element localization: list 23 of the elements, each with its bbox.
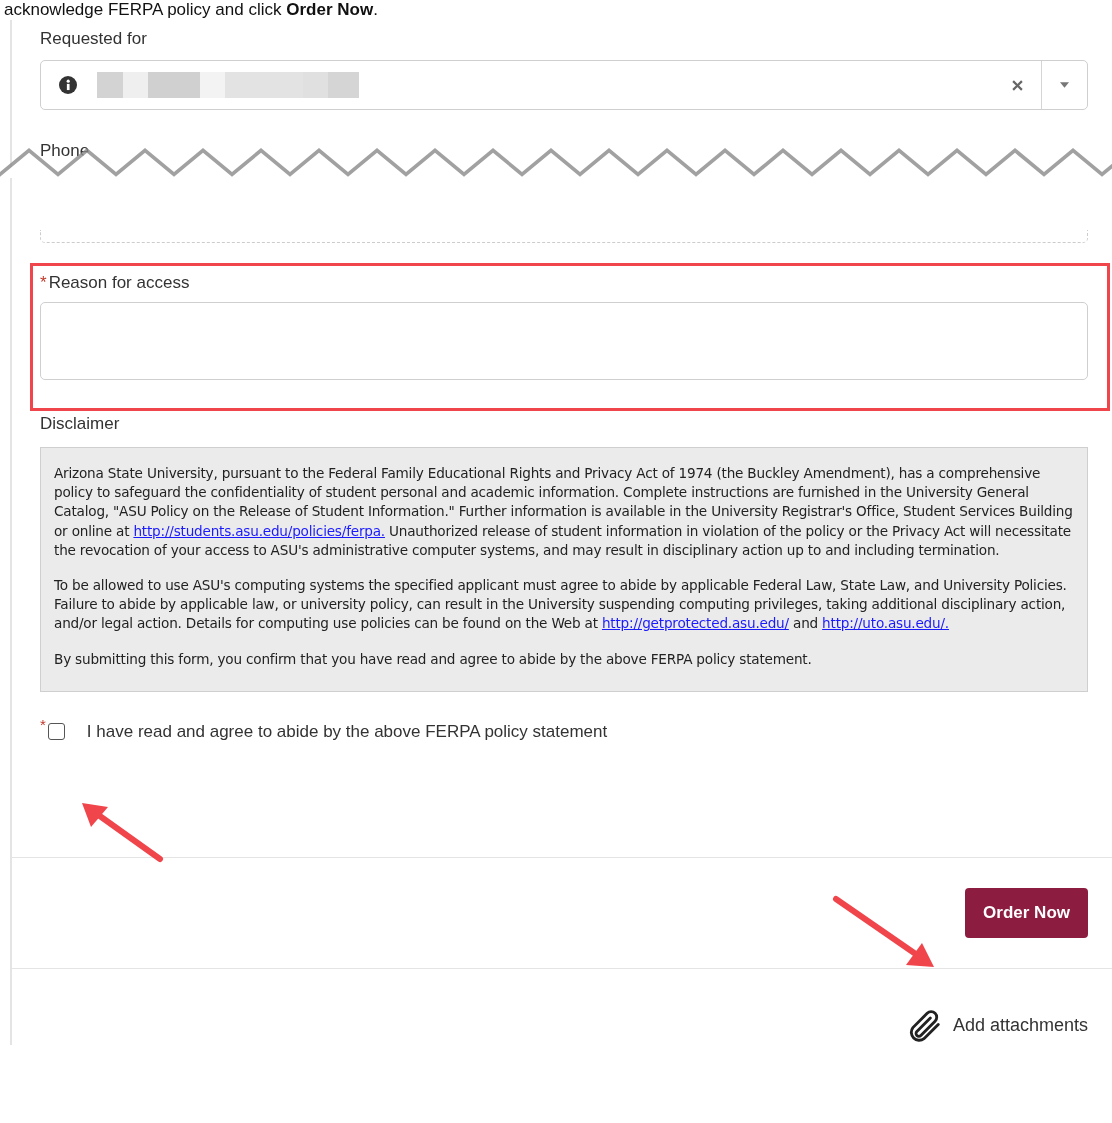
- required-mark: *: [40, 272, 47, 294]
- requested-for-field[interactable]: [40, 60, 1088, 110]
- clear-icon[interactable]: [1012, 79, 1023, 91]
- phone-field[interactable]: [40, 230, 1088, 243]
- add-attachments-link[interactable]: Add attachments: [952, 1015, 1088, 1037]
- reason-field[interactable]: [40, 302, 1088, 380]
- checkbox-label[interactable]: I have read and agree to abide by the above FERPA policy statement: [86, 721, 608, 742]
- checkbox[interactable]: [47, 723, 65, 741]
- caret-icon[interactable]: [1060, 82, 1069, 88]
- disclaimer-paragraph: To be allowed to use ASU's computing systems the specified applicant must agree to abide by applicable Federal Law, State Law, and University Policies. Failure to abide by applicable law, or university policy, can result in the University suspending computing privileges, taking additional disciplinary action, and/or legal action. Details for computing use policies can be found on the Web at http://getprotected.asu.edu/ and http://uto.asu.edu/.: [54, 576, 1068, 634]
- disclaimer-paragraph: Arizona State University, pursuant to the Federal Family Educational Rights and Privacy Act of 1974 (the Buckley Amendment), has a comprehensive policy to safeguard the confidentiality of student personal and academic information. Complete instructions are furnished in the University General Catalog, "ASU Policy on the Release of Student Information." Further information is available in the University Registrar's Office, Student Services Building or online at http://students.asu.edu/policies/ferpa. Unauthorized release of student information in violation of the policy or the Privacy Act will necessitate the revocation of your access to ASU's administrative computer systems, and may result in disciplinary action up to and including termination.: [54, 464, 1073, 560]
- link[interactable]: http://getprotected.asu.edu/: [601, 615, 789, 632]
- field-label: Reason for access: [48, 272, 190, 294]
- order-now-button[interactable]: Order Now: [965, 887, 1088, 938]
- info-icon: [59, 76, 77, 94]
- field-label: Phone: [39, 140, 91, 162]
- instruction-text: acknowledge FERPA policy and click Order Now.: [3, 0, 379, 20]
- link[interactable]: http://students.asu.edu/policies/ferpa.: [133, 522, 385, 539]
- disclaimer-paragraph: By submitting this form, you confirm that you have read and agree to abide by the above FERPA policy statement.: [54, 649, 813, 669]
- required-mark: *: [40, 715, 46, 733]
- link[interactable]: http://uto.asu.edu/.: [822, 615, 949, 632]
- field-label: Requested for: [39, 28, 148, 50]
- section-label: Disclaimer: [39, 413, 121, 435]
